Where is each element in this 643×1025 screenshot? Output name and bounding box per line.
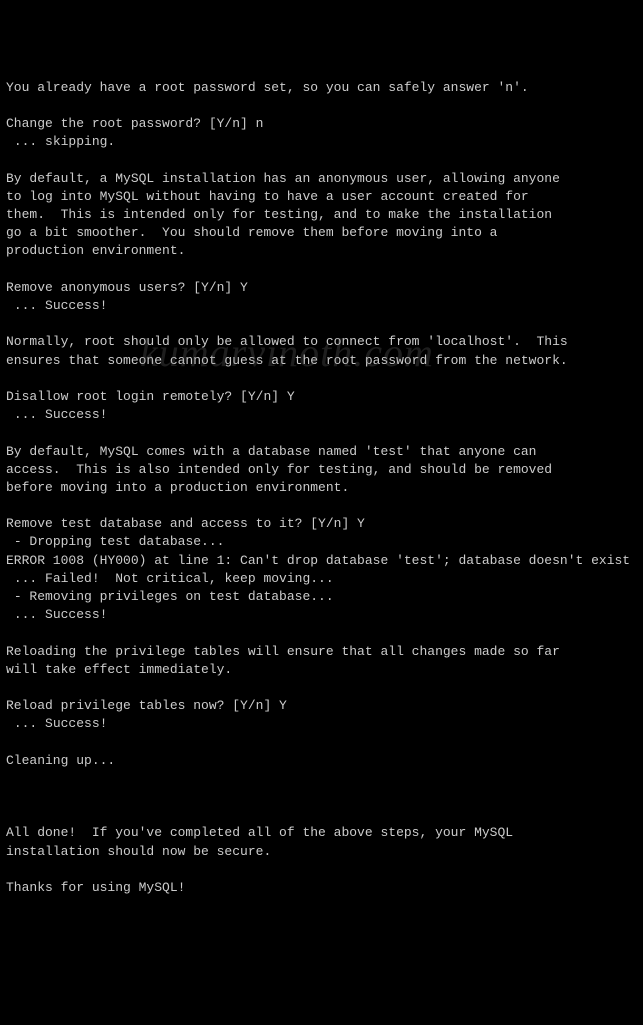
terminal-line — [6, 97, 637, 115]
terminal-line — [6, 152, 637, 170]
terminal-line — [6, 770, 637, 788]
terminal-line: ... Success! — [6, 715, 637, 733]
terminal-line: ... skipping. — [6, 133, 637, 151]
terminal-line — [6, 861, 637, 879]
terminal-line: go a bit smoother. You should remove the… — [6, 224, 637, 242]
terminal-line — [6, 806, 637, 824]
terminal-line: access. This is also intended only for t… — [6, 461, 637, 479]
terminal-output[interactable]: You already have a root password set, so… — [6, 79, 637, 897]
terminal-line: All done! If you've completed all of the… — [6, 824, 637, 842]
terminal-line: - Removing privileges on test database..… — [6, 588, 637, 606]
terminal-line: - Dropping test database... — [6, 533, 637, 551]
terminal-line: Normally, root should only be allowed to… — [6, 333, 637, 351]
terminal-line: ... Success! — [6, 297, 637, 315]
terminal-line: them. This is intended only for testing,… — [6, 206, 637, 224]
terminal-line: Remove anonymous users? [Y/n] Y — [6, 279, 637, 297]
terminal-line: Change the root password? [Y/n] n — [6, 115, 637, 133]
terminal-line — [6, 624, 637, 642]
terminal-line — [6, 788, 637, 806]
terminal-line: Disallow root login remotely? [Y/n] Y — [6, 388, 637, 406]
terminal-line: ERROR 1008 (HY000) at line 1: Can't drop… — [6, 552, 637, 570]
terminal-line: will take effect immediately. — [6, 661, 637, 679]
terminal-line: before moving into a production environm… — [6, 479, 637, 497]
terminal-line: By default, MySQL comes with a database … — [6, 443, 637, 461]
terminal-line — [6, 497, 637, 515]
terminal-line: installation should now be secure. — [6, 843, 637, 861]
terminal-line — [6, 315, 637, 333]
terminal-line — [6, 679, 637, 697]
terminal-line: to log into MySQL without having to have… — [6, 188, 637, 206]
terminal-line: By default, a MySQL installation has an … — [6, 170, 637, 188]
terminal-line: production environment. — [6, 242, 637, 260]
terminal-line: ... Failed! Not critical, keep moving... — [6, 570, 637, 588]
terminal-line: Remove test database and access to it? [… — [6, 515, 637, 533]
terminal-line: You already have a root password set, so… — [6, 79, 637, 97]
terminal-line: ... Success! — [6, 406, 637, 424]
terminal-line: Reload privilege tables now? [Y/n] Y — [6, 697, 637, 715]
terminal-line — [6, 424, 637, 442]
terminal-line: Reloading the privilege tables will ensu… — [6, 643, 637, 661]
terminal-line — [6, 370, 637, 388]
terminal-line: Cleaning up... — [6, 752, 637, 770]
terminal-line — [6, 734, 637, 752]
terminal-line: Thanks for using MySQL! — [6, 879, 637, 897]
terminal-line: ... Success! — [6, 606, 637, 624]
terminal-line — [6, 261, 637, 279]
terminal-line: ensures that someone cannot guess at the… — [6, 352, 637, 370]
